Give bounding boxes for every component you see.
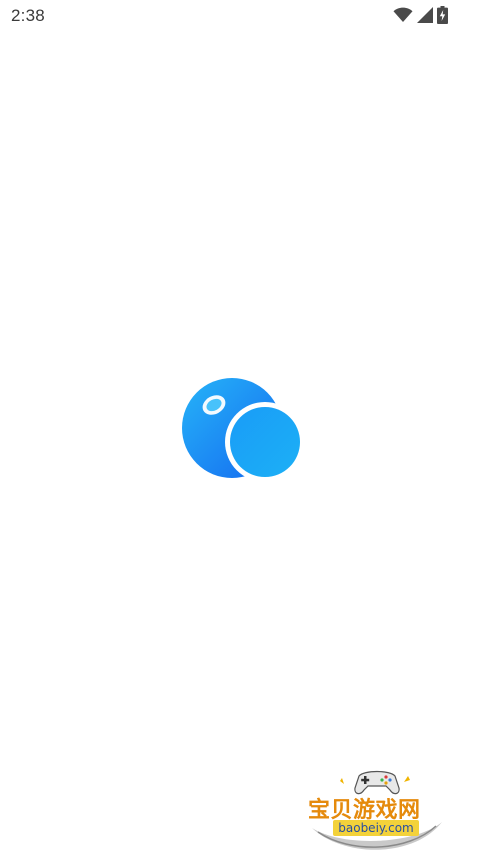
wifi-icon	[393, 7, 413, 23]
status-time: 2:38	[11, 6, 45, 25]
bubble-logo-icon	[182, 378, 305, 482]
app-logo	[178, 376, 305, 482]
status-bar: 2:38	[0, 0, 482, 32]
watermark-url: baobeiy.com	[333, 820, 419, 836]
status-icons	[393, 5, 448, 25]
watermark-logo: 宝贝游戏网 baobeiy.com	[304, 762, 450, 854]
battery-charging-icon	[437, 6, 448, 24]
cellular-signal-icon	[417, 7, 433, 23]
